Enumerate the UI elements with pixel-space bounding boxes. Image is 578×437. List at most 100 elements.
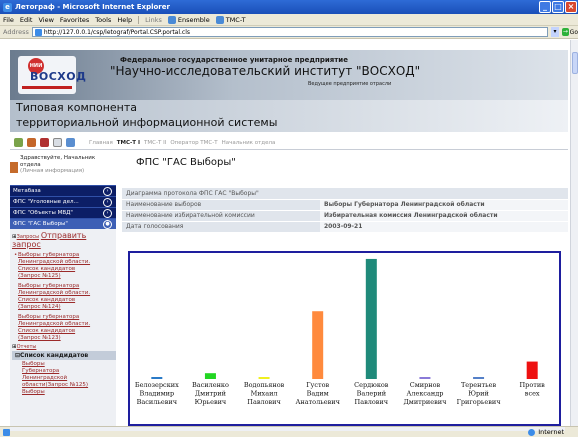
reports-node[interactable]: Отчеты bbox=[17, 344, 37, 350]
report-item-next[interactable]: Выборы bbox=[12, 389, 116, 396]
row-key: Наименование выборов bbox=[122, 199, 320, 211]
zone-indicator: Internet bbox=[528, 428, 564, 436]
chart-svg: БелозерскихВладимирВасильевичВасиленкоДм… bbox=[135, 258, 545, 406]
minimize-button[interactable]: _ bbox=[539, 1, 551, 13]
page-icon bbox=[34, 28, 42, 36]
tab-criminal-cases[interactable]: ФПС "Уголовные дел... › bbox=[10, 196, 116, 207]
table-row: Дата голосования 2003-09-21 bbox=[122, 221, 568, 233]
link-ensemble-label: Ensemble bbox=[177, 15, 210, 24]
x-tick-label: Павлович bbox=[247, 398, 281, 406]
menu-edit[interactable]: Edit bbox=[20, 16, 33, 24]
ie-icon: e bbox=[3, 2, 12, 12]
system-name-line2: территориальной информационной системы bbox=[16, 116, 278, 129]
bullet-icon: • bbox=[14, 252, 18, 258]
report-item-line: Губернатора bbox=[22, 368, 60, 374]
tab-mvd-objects-label: ФПС "Объекты МВД" bbox=[13, 210, 73, 216]
request-item-124[interactable]: Выборы губернатора Ленинградской области… bbox=[12, 283, 116, 311]
go-button[interactable]: → Go bbox=[562, 28, 578, 36]
vertical-scrollbar[interactable] bbox=[570, 40, 578, 426]
org-name: "Научно-исследовательский институт "ВОСХ… bbox=[110, 64, 421, 78]
address-dropdown-icon[interactable]: ▾ bbox=[551, 27, 559, 37]
export-icon[interactable] bbox=[66, 138, 75, 147]
document-icon[interactable] bbox=[53, 138, 62, 147]
crumb-home[interactable]: Главная bbox=[89, 140, 113, 146]
crumb-head[interactable]: Начальник отдела bbox=[222, 140, 276, 146]
logo-word: ВОСХОД bbox=[30, 70, 87, 83]
home-tool-icon[interactable] bbox=[14, 138, 23, 147]
tools-icon[interactable] bbox=[40, 138, 49, 147]
breadcrumb: Главная ТМС-Т I ТМС-Т II Оператор ТМС-Т … bbox=[89, 140, 275, 146]
link-ensemble[interactable]: Ensemble bbox=[167, 15, 210, 24]
candidates-node[interactable]: ⊟Список кандидатов bbox=[12, 351, 116, 360]
scroll-thumb[interactable] bbox=[572, 52, 578, 74]
link-tmc-t-label: TMC-T bbox=[225, 15, 246, 24]
chart-bar bbox=[419, 377, 431, 379]
table-row: Наименование выборов Выборы Губернатора … bbox=[122, 199, 568, 211]
table-row: Наименование избирательной комиссии Изби… bbox=[122, 210, 568, 222]
menu-help[interactable]: Help bbox=[117, 16, 132, 24]
request-item-line: Список кандидатов bbox=[18, 297, 76, 303]
report-item-line: Выборы bbox=[22, 361, 45, 367]
link-tmc-t[interactable]: TMC-T bbox=[215, 15, 246, 24]
x-tick-label: Смирнов bbox=[410, 381, 441, 389]
request-item-123[interactable]: Выборы губернатора Ленинградской области… bbox=[12, 314, 116, 342]
request-item-line: (Запрос №123) bbox=[18, 335, 61, 341]
crumb-operator[interactable]: Оператор ТМС-Т bbox=[170, 140, 217, 146]
report-item-125[interactable]: Выборы Губернатора Ленинградской области… bbox=[12, 361, 116, 389]
request-item-125[interactable]: • Выборы губернатора Ленинградской облас… bbox=[12, 252, 116, 280]
x-tick-label: Вадим bbox=[307, 390, 329, 398]
chart-bar bbox=[526, 361, 538, 379]
address-url: http://127.0.0.1/csp/letograf/Portal.CSP… bbox=[43, 28, 191, 36]
request-item-line: Выборы губернатора bbox=[18, 314, 80, 320]
selected-dot-icon: ● bbox=[103, 220, 112, 229]
chevron-icon: › bbox=[103, 209, 112, 218]
table-header: Диаграмма протокола ФПС ГАС "Выборы" bbox=[122, 188, 568, 200]
x-tick-label: Густов bbox=[306, 381, 329, 389]
browser-window: e Летограф - Microsoft Internet Explorer… bbox=[0, 0, 578, 437]
chart-bar bbox=[204, 373, 216, 379]
tab-gas-elections[interactable]: ФПС "ГАС Выборы" ● bbox=[10, 218, 116, 229]
horizontal-scrollbar[interactable] bbox=[10, 427, 565, 431]
menu-file[interactable]: File bbox=[3, 16, 14, 24]
x-tick-label: Терентьев bbox=[461, 381, 497, 389]
chart-bar bbox=[151, 377, 163, 379]
system-name: Типовая компонента территориальной инфор… bbox=[10, 100, 568, 132]
crumb-tmc-t-2[interactable]: ТМС-Т II bbox=[144, 140, 166, 146]
x-tick-label: Владимир bbox=[139, 390, 174, 398]
voskhod-logo: НИИ ВОСХОД bbox=[18, 56, 86, 94]
x-tick-label: Юрий bbox=[468, 390, 489, 398]
request-item-line: Ленинградской области. bbox=[18, 259, 91, 265]
personal-info-link[interactable]: (Личная информация) bbox=[20, 168, 84, 174]
page-status-icon bbox=[3, 429, 10, 436]
address-input[interactable]: http://127.0.0.1/csp/letograf/Portal.CSP… bbox=[31, 27, 548, 37]
report-item-line: Ленинградской bbox=[22, 375, 68, 381]
row-value: Избирательная комиссия Ленинградской обл… bbox=[320, 210, 568, 222]
request-item-line: (Запрос №124) bbox=[18, 304, 61, 310]
menu-view[interactable]: View bbox=[38, 16, 53, 24]
chevron-icon: › bbox=[103, 187, 112, 196]
crumb-tmc-t-1[interactable]: ТМС-Т I bbox=[117, 140, 140, 146]
ensemble-icon bbox=[167, 15, 176, 24]
tab-criminal-cases-label: ФПС "Уголовные дел... bbox=[13, 199, 79, 205]
tab-mvd-objects[interactable]: ФПС "Объекты МВД" › bbox=[10, 207, 116, 218]
user-avatar-icon bbox=[10, 162, 18, 173]
close-button[interactable]: × bbox=[565, 1, 577, 13]
links-label[interactable]: Links bbox=[145, 16, 162, 24]
x-tick-label: Валерий bbox=[357, 390, 386, 398]
request-item-line: Список кандидатов bbox=[18, 266, 76, 272]
tab-metabase-label: Метабаза bbox=[13, 188, 41, 194]
request-item-line: Выборы губернатора bbox=[18, 283, 80, 289]
edit-tool-icon[interactable] bbox=[27, 138, 36, 147]
tab-metabase[interactable]: Метабаза › bbox=[10, 185, 116, 196]
maximize-button[interactable]: □ bbox=[552, 1, 564, 13]
request-item-line: Список кандидатов bbox=[18, 328, 76, 334]
request-item-line: (Запрос №125) bbox=[18, 273, 61, 279]
menu-favorites[interactable]: Favorites bbox=[60, 16, 89, 24]
internet-icon bbox=[528, 428, 536, 436]
tmc-t-icon bbox=[215, 15, 224, 24]
x-tick-label: Белозерских bbox=[135, 381, 179, 389]
row-key: Дата голосования bbox=[122, 221, 320, 233]
address-label: Address bbox=[3, 28, 29, 36]
x-tick-label: Михаил bbox=[251, 390, 278, 398]
menu-tools[interactable]: Tools bbox=[95, 16, 111, 24]
